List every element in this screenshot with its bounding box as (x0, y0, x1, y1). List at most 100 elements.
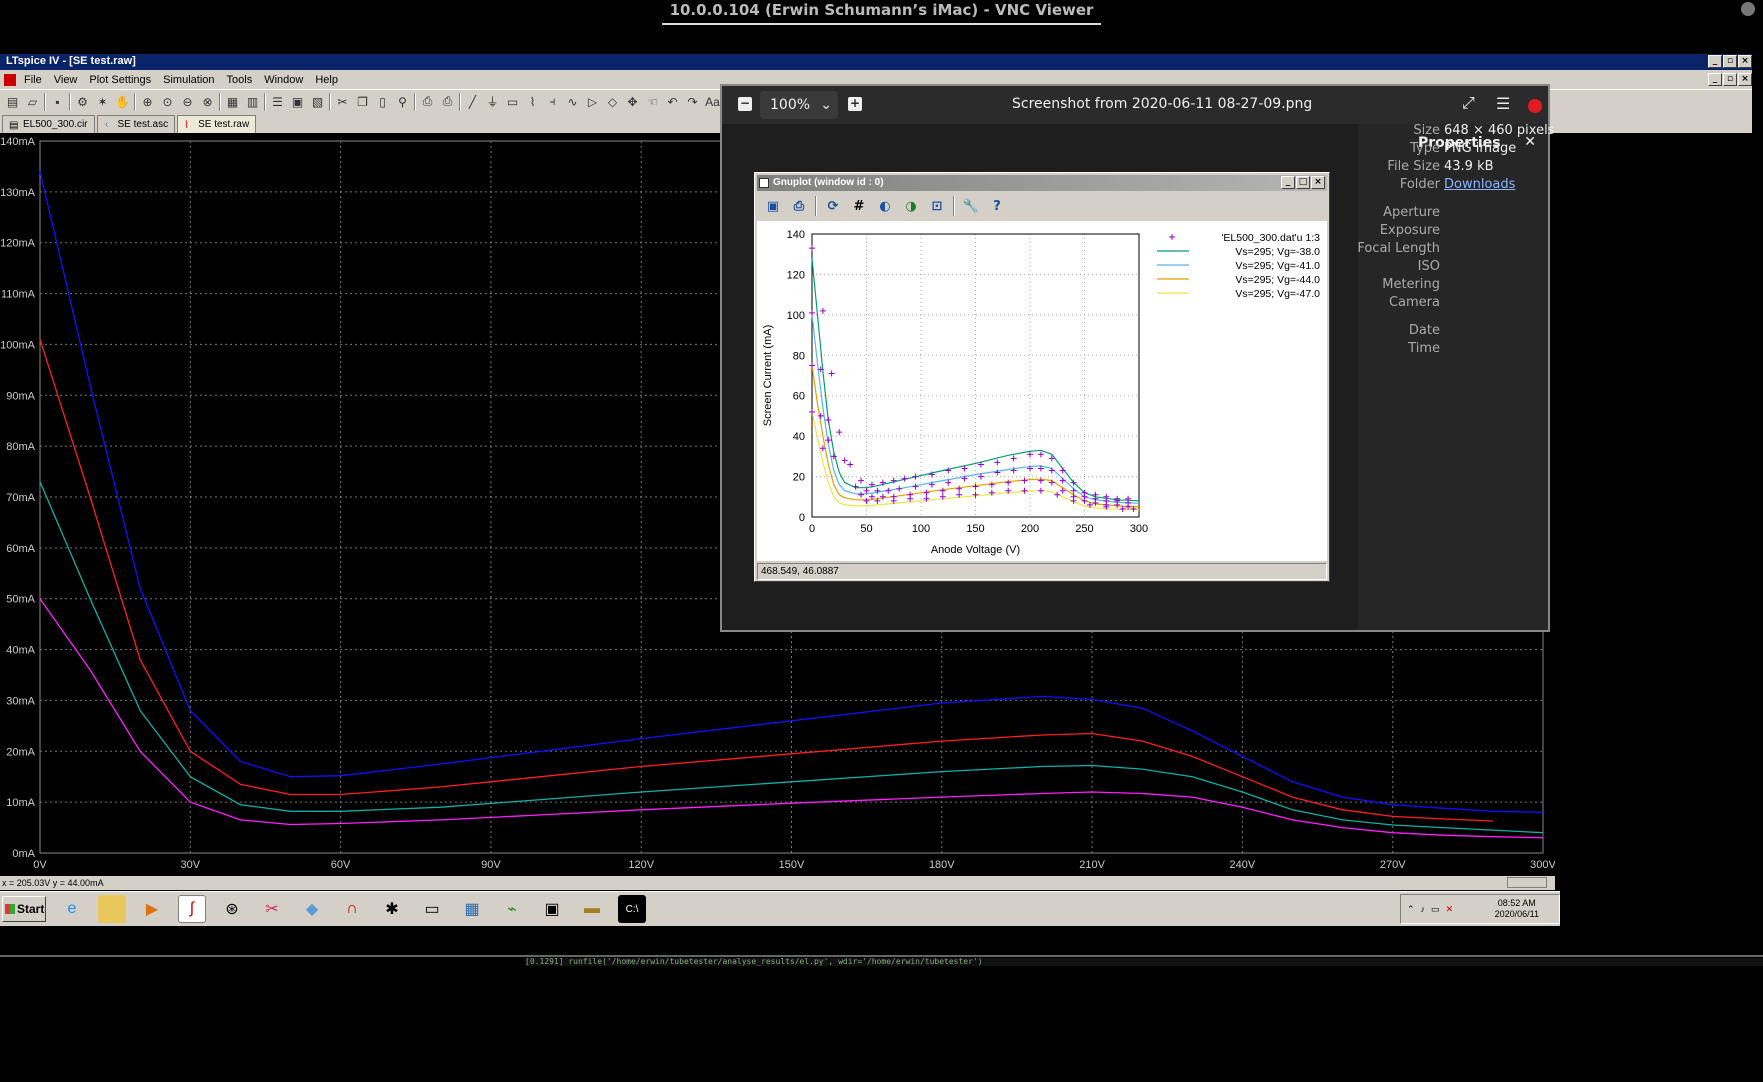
property-key: Metering (1382, 277, 1440, 292)
autorange-icon[interactable]: ▦ (224, 93, 241, 110)
x-tick-label: 30V (181, 859, 201, 871)
zoom-dropdown[interactable]: 100% ⌄ (760, 91, 838, 119)
close-window-icon[interactable] (1528, 99, 1542, 113)
chevron-up-icon[interactable]: ⌃ (1407, 904, 1415, 915)
y-tick-label: 100mA (0, 339, 36, 351)
y-tick-label: 140mA (0, 136, 36, 148)
tile-vertical-icon[interactable]: ▣ (289, 93, 306, 110)
eraser-icon[interactable]: ◆ (298, 895, 326, 923)
x-tick-label: 250 (1075, 523, 1093, 535)
label-icon[interactable]: ▭ (504, 93, 521, 110)
menu-plot-settings[interactable]: Plot Settings (83, 74, 157, 86)
ie-icon[interactable]: e (58, 895, 86, 923)
resistor-icon[interactable]: ⌇ (524, 93, 541, 110)
wire-icon[interactable]: ╱ (464, 93, 481, 110)
undo-icon[interactable]: ↶ (664, 93, 681, 110)
start-button[interactable]: Start (2, 896, 46, 922)
copy-icon[interactable]: ❐ (354, 93, 371, 110)
zoom-in-icon[interactable]: ⊕ (139, 93, 156, 110)
gnuplot-window-buttons: _ □ × (1281, 176, 1325, 189)
menu-file[interactable]: File (18, 74, 48, 86)
print-icon[interactable]: ⎙ (439, 93, 456, 110)
find-icon[interactable]: ⚲ (394, 93, 411, 110)
ltspice-icon[interactable]: ∫ (178, 895, 206, 923)
clock[interactable]: 08:52 AM 2020/06/11 (1495, 898, 1539, 920)
y-tick-label: 40mA (6, 645, 35, 657)
cut-icon[interactable]: ✂ (334, 93, 351, 110)
data-point (896, 485, 903, 492)
property-row: Exposure (1358, 223, 1548, 241)
network-icon[interactable]: ⊛ (218, 895, 246, 923)
clipboard-icon[interactable]: ▣ (538, 895, 566, 923)
halt-icon[interactable]: ✋ (114, 93, 131, 110)
zoom-out-button[interactable]: − (738, 97, 752, 111)
terminal-icon[interactable]: C:\ (618, 895, 646, 923)
tab-netlist[interactable]: ▤ EL500_300.cir (2, 115, 95, 133)
desktop: 10.0.0.104 (Erwin Schumann’s iMac) - VNC… (0, 0, 1763, 1082)
menu-window[interactable]: Window (258, 74, 309, 86)
vnc-close-icon[interactable] (1741, 2, 1755, 16)
fullscreen-icon[interactable]: ⤢ (1462, 95, 1475, 113)
zoom-in-button[interactable]: + (848, 97, 862, 111)
component-icon[interactable]: ◇ (604, 93, 621, 110)
zoom-next-icon: ◑ (905, 198, 917, 214)
mdi-restore-icon[interactable]: ▫ (1723, 73, 1737, 86)
inductor-icon[interactable]: ∿ (564, 93, 581, 110)
x-tick-label: 270V (1380, 859, 1406, 871)
magnet-icon[interactable]: ∩ (338, 895, 366, 923)
new-schematic-icon[interactable]: ▤ (4, 93, 21, 110)
zoom-out-icon[interactable]: ⊖ (179, 93, 196, 110)
media-icon[interactable]: ▶ (138, 895, 166, 923)
zoom-fit-icon[interactable]: ⊗ (199, 93, 216, 110)
pan-icon[interactable]: ⊙ (159, 93, 176, 110)
diode-icon[interactable]: ▷ (584, 93, 601, 110)
paste-icon[interactable]: ▯ (374, 93, 391, 110)
zoom-previous-icon: ◐ (879, 198, 891, 214)
menu-tools[interactable]: Tools (221, 74, 259, 86)
move-icon[interactable]: ✥ (624, 93, 641, 110)
data-point (1021, 477, 1028, 484)
tile-horizontal-icon[interactable]: ☰ (269, 93, 286, 110)
open-icon[interactable]: ▱ (24, 93, 41, 110)
print-setup-icon[interactable]: ⎙ (419, 93, 436, 110)
calculator-icon[interactable]: ▦ (458, 895, 486, 923)
folder2-icon[interactable]: ▭ (418, 895, 446, 923)
run-icon[interactable]: ✶ (94, 93, 111, 110)
tab-schematic[interactable]: ᚲ SE test.asc (96, 115, 176, 133)
control-panel-icon[interactable]: ⚙ (74, 93, 91, 110)
folder-link[interactable]: Downloads (1444, 177, 1515, 192)
close-icon[interactable]: × (1738, 55, 1752, 68)
ground-icon[interactable]: ⏚ (484, 93, 501, 110)
tab-waveform[interactable]: ⌇ SE test.raw (177, 115, 257, 133)
document-icon[interactable]: ✱ (378, 895, 406, 923)
x-tick-label: 300V (1530, 859, 1555, 871)
drag-icon[interactable]: ☜ (644, 93, 661, 110)
speaker-icon[interactable]: ♪ (1421, 904, 1426, 914)
menu-view[interactable]: View (48, 74, 84, 86)
mdi-minimize-icon[interactable]: _ (1708, 73, 1722, 86)
network-tray-icon[interactable]: ▭ (1431, 904, 1440, 915)
chart-icon[interactable]: ⌁ (498, 895, 526, 923)
cascade-icon[interactable]: ▧ (309, 93, 326, 110)
mdi-close-icon[interactable]: × (1738, 73, 1752, 86)
restore-icon[interactable]: ▫ (1723, 55, 1737, 68)
redo-icon[interactable]: ↷ (684, 93, 701, 110)
add-trace-icon[interactable]: ▥ (244, 93, 261, 110)
autoscale-icon: ⊡ (931, 198, 943, 214)
ltspice-title: LTspice IV - [SE test.raw] (6, 55, 136, 67)
hamburger-menu-icon[interactable]: ☰ (1496, 94, 1510, 114)
text-icon[interactable]: Aa (704, 93, 721, 110)
y-tick-label: 100 (787, 310, 805, 322)
menu-help[interactable]: Help (309, 74, 344, 86)
alert-icon[interactable]: ✕ (1446, 904, 1454, 915)
drive-icon[interactable]: ▬ (578, 895, 606, 923)
capacitor-icon[interactable]: ⫞ (544, 93, 561, 110)
viewer-image-area[interactable]: Gnuplot (window id : 0) _ □ × ▣ ⎙ ⟳ # ◐ … (722, 124, 1358, 630)
property-row: Time (1358, 341, 1548, 359)
menu-simulation[interactable]: Simulation (157, 74, 220, 86)
minimize-icon[interactable]: _ (1708, 55, 1722, 68)
save-icon[interactable]: ▪ (49, 93, 66, 110)
scissors-icon[interactable]: ✂ (258, 895, 286, 923)
property-value: 648 × 460 pixels (1444, 123, 1555, 138)
folder-icon[interactable] (98, 895, 126, 923)
